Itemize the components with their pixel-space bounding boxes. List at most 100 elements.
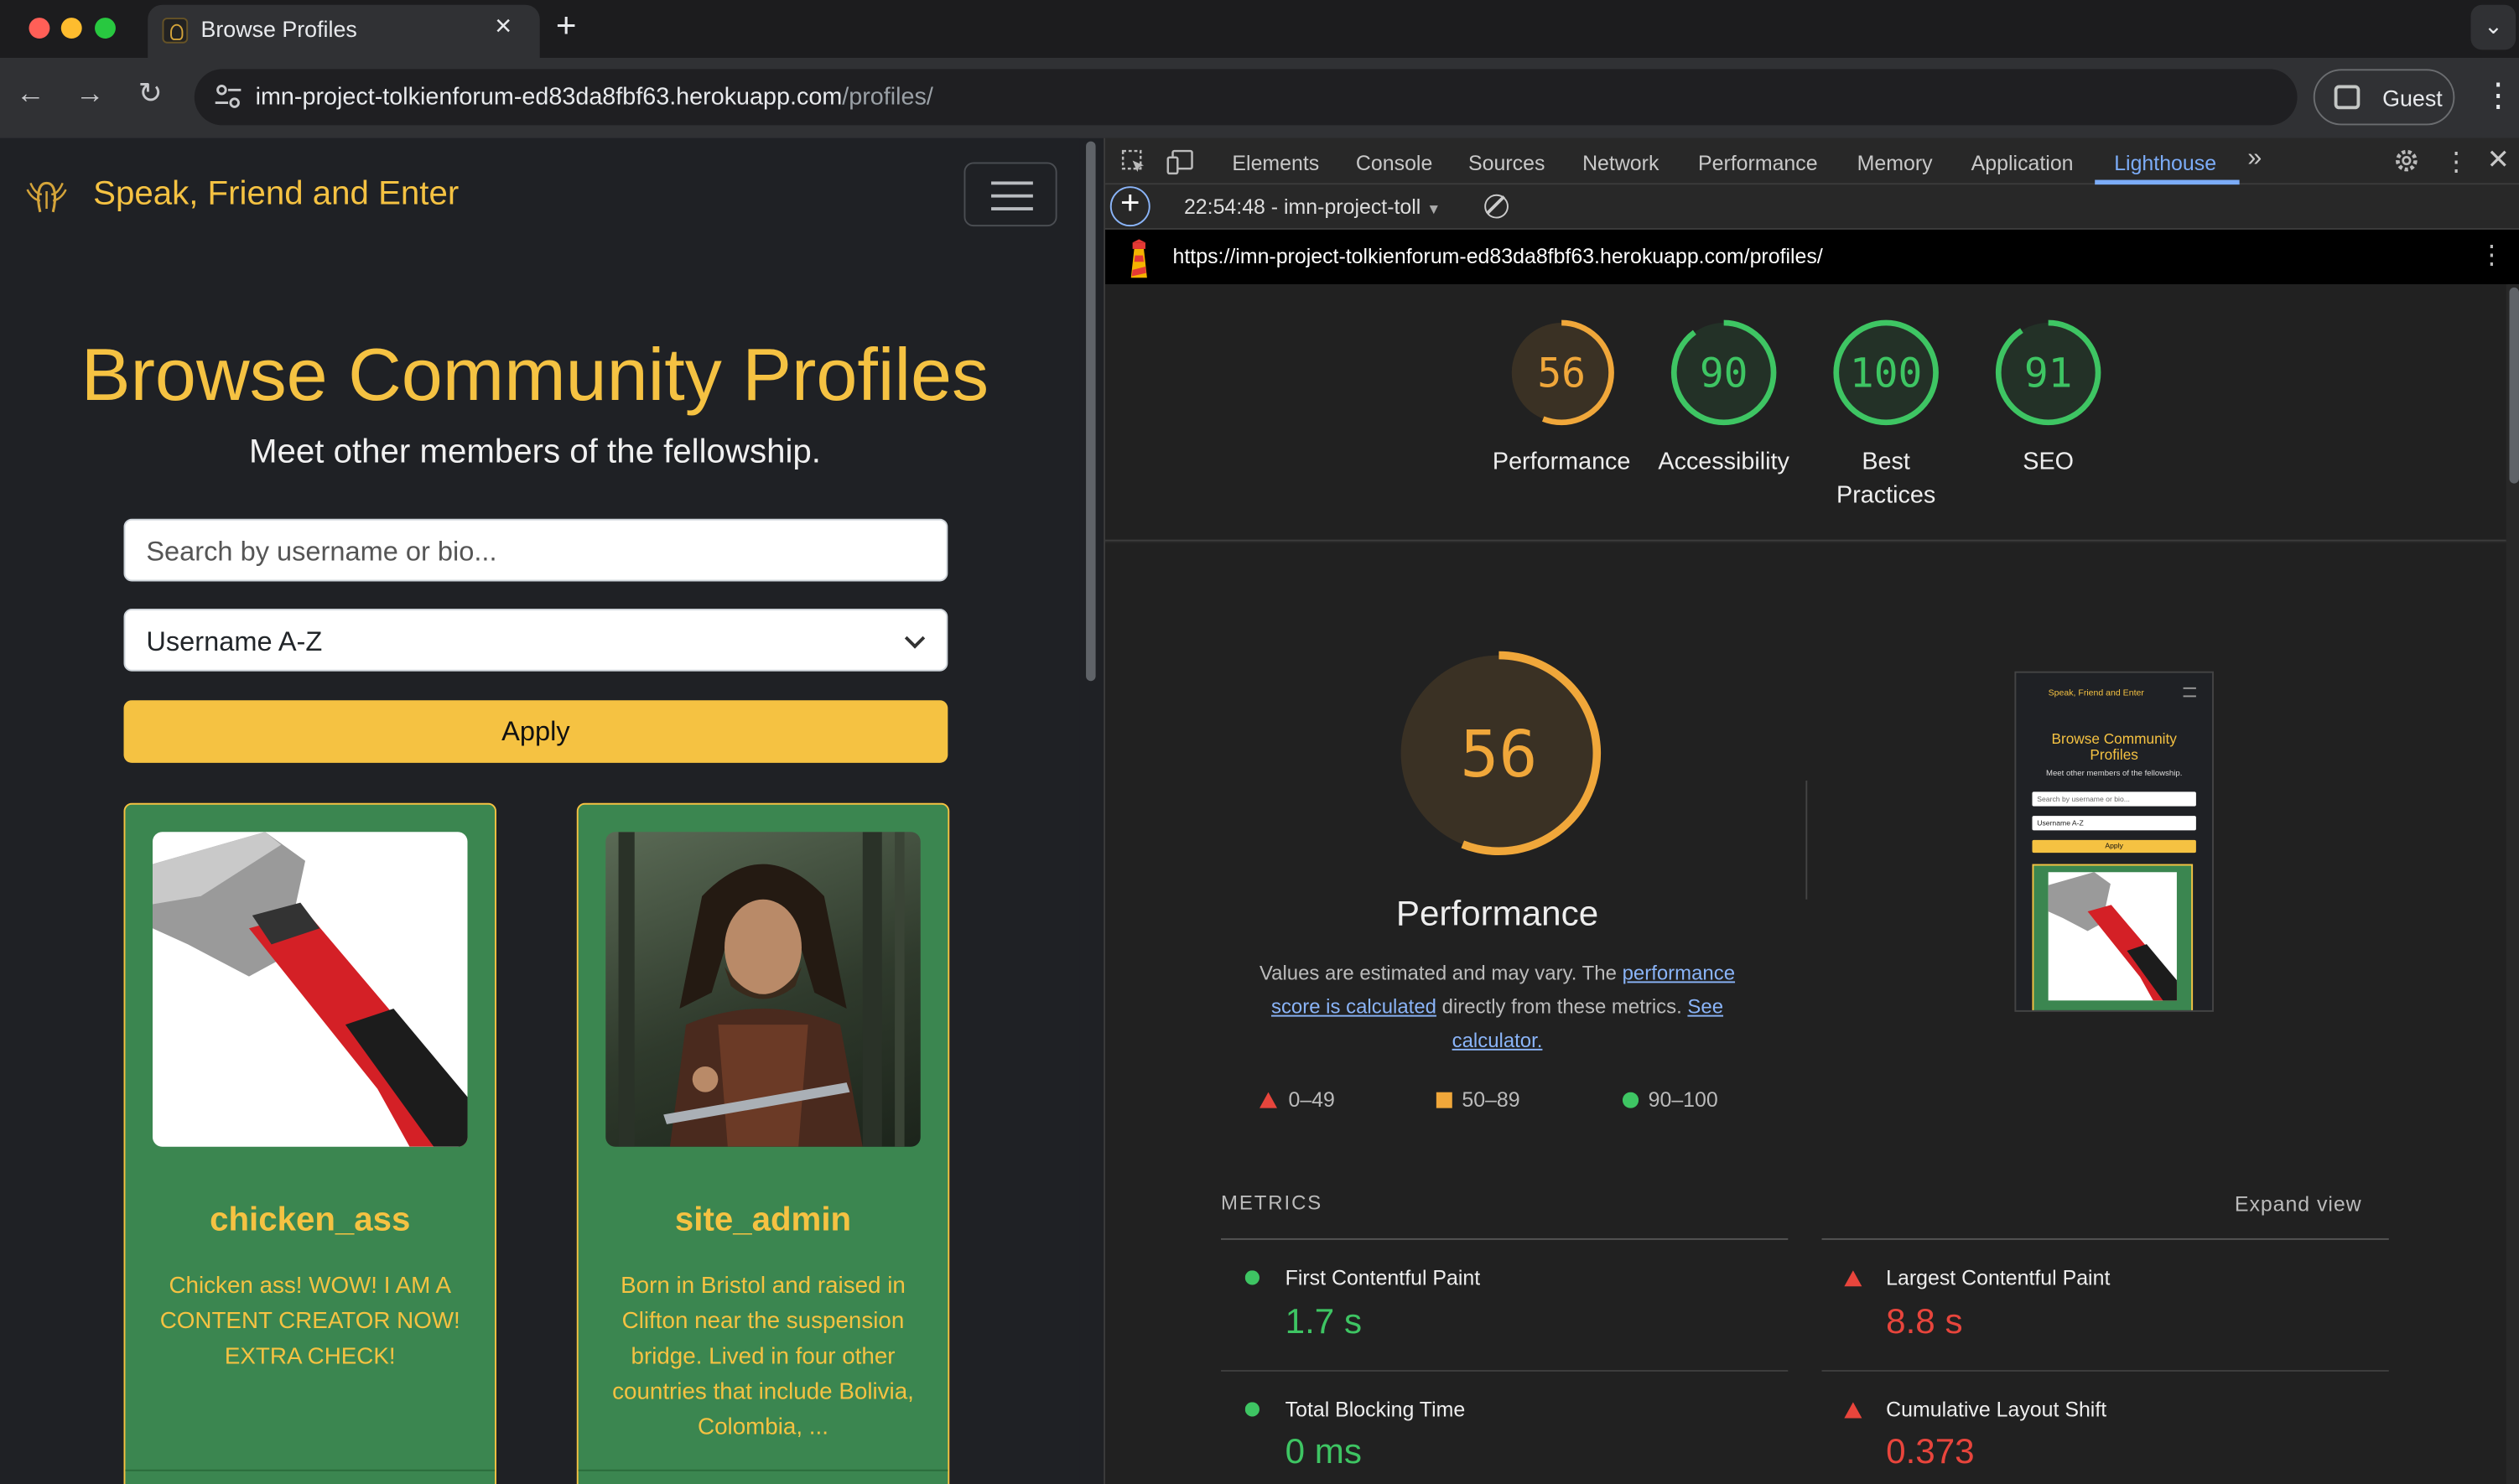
guest-profile-button[interactable]: Guest [2313, 69, 2455, 126]
profile-username[interactable]: site_admin [579, 1201, 948, 1240]
tab-strip: Browse Profiles × + ⌄ [0, 0, 2519, 58]
back-arrow-icon[interactable]: ← [16, 77, 44, 111]
close-window-button[interactable] [29, 18, 50, 39]
browser-tab[interactable]: Browse Profiles × [148, 4, 540, 58]
score-gauge-seo[interactable]: 91 SEO [1960, 316, 2137, 478]
gauge-label: Performance [1492, 448, 1631, 476]
thumb-apply: Apply [2032, 839, 2196, 854]
report-selector-label: 22:54:48 - imn-project-toll [1183, 194, 1421, 219]
metric-name: First Contentful Paint [1285, 1265, 1481, 1290]
lighthouse-logo-icon [1130, 239, 1147, 278]
new-report-plus-icon[interactable]: + [1109, 186, 1150, 227]
devtools-tab-application[interactable]: Application [1971, 151, 2074, 175]
profile-card[interactable]: chicken_ass Chicken ass! WOW! I AM A CON… [123, 802, 496, 1484]
chevron-down-icon [904, 628, 926, 649]
minimize-window-button[interactable] [60, 18, 82, 39]
tab-search-chevron-icon[interactable]: ⌄ [2470, 4, 2516, 50]
lighthouse-toolbar: + 22:54:48 - imn-project-toll ▼ [1105, 184, 2519, 230]
legend-average-range: 50–89 [1462, 1087, 1520, 1112]
sort-value: Username A-Z [146, 626, 323, 657]
new-tab-plus-icon[interactable]: + [556, 5, 577, 47]
report-menu-icon[interactable]: ⋮ [2479, 239, 2505, 271]
legend-fail-range: 0–49 [1288, 1087, 1335, 1112]
gauge-label: Best Practices [1836, 448, 1936, 510]
thumb-axe-image [2048, 872, 2177, 1001]
devtools-tab-performance[interactable]: Performance [1698, 151, 1818, 175]
gauge-score: 56 [1460, 718, 1537, 792]
devtools-tab-lighthouse[interactable]: Lighthouse [2114, 151, 2216, 175]
report-url-bar: https://imn-project-tolkienforum-ed83da8… [1105, 229, 2519, 285]
fail-triangle-icon [1259, 1092, 1278, 1108]
reload-icon[interactable]: ↻ [138, 77, 163, 111]
forward-arrow-icon[interactable]: → [75, 77, 104, 111]
close-devtools-icon[interactable]: ✕ [2487, 144, 2510, 176]
score-gauge-accessibility[interactable]: 90 Accessibility [1635, 316, 1812, 478]
score-legend: 0–49 50–89 90–100 [1259, 1087, 1805, 1119]
performance-big-gauge: 56 [1396, 651, 1602, 856]
profile-username[interactable]: chicken_ass [125, 1201, 495, 1240]
score-gauge-performance[interactable]: 56 Performance [1473, 316, 1650, 478]
metric-name: Cumulative Layout Shift [1886, 1397, 2107, 1422]
metrics-divider [1221, 1370, 1789, 1372]
thumb-subheading: Meet other members of the fellowship. [2045, 769, 2183, 780]
zoom-window-button[interactable] [95, 18, 116, 39]
devtools-tab-elements[interactable]: Elements [1232, 151, 1319, 175]
site-settings-tune-icon[interactable] [214, 84, 242, 110]
description-text-2: directly from these metrics. [1441, 995, 1682, 1019]
devtools-tabbar: Elements Console Sources Network Perform… [1105, 138, 2519, 185]
page-screenshot-thumbnail[interactable]: Speak, Friend and Enter Browse Community… [2014, 671, 2214, 1012]
fail-triangle-icon [1844, 1402, 1862, 1419]
report-selector[interactable]: 22:54:48 - imn-project-toll ▼ [1184, 195, 1441, 219]
browser-menu-icon[interactable]: ⋮ [2482, 75, 2514, 116]
metrics-divider [1821, 1370, 2389, 1372]
expand-view-button[interactable]: Expand view [2235, 1191, 2362, 1216]
divider [1805, 780, 1808, 900]
guest-label: Guest [2382, 85, 2443, 112]
gauge-score: 90 [1700, 351, 1748, 397]
more-tabs-icon[interactable]: » [2247, 144, 2262, 173]
devtools-tab-network[interactable]: Network [1582, 151, 1659, 175]
devtools-tab-memory[interactable]: Memory [1857, 151, 1933, 175]
url-host: imn-project-tolkienforum-ed83da8fbf63.he… [255, 83, 843, 112]
devtools-tab-sources[interactable]: Sources [1468, 151, 1545, 175]
search-placeholder: Search by username or bio... [146, 536, 497, 568]
metric-value: 8.8 s [1886, 1300, 1963, 1341]
devtools-scrollbar[interactable] [2507, 284, 2519, 1484]
site-brand[interactable]: Speak, Friend and Enter [93, 175, 459, 214]
close-tab-icon[interactable]: × [495, 9, 512, 43]
navbar-toggler-button[interactable] [963, 162, 1057, 227]
address-bar[interactable]: imn-project-tolkienforum-ed83da8fbf63.he… [194, 69, 2298, 126]
sort-select[interactable]: Username A-Z [123, 609, 948, 672]
apply-button[interactable]: Apply [123, 700, 948, 763]
card-divider [578, 1469, 948, 1471]
page-scrollbar[interactable] [1086, 141, 1096, 682]
clear-reports-icon[interactable] [1484, 194, 1509, 219]
description-text: Values are estimated and may vary. The [1259, 962, 1617, 985]
score-gauge-best-practices[interactable]: 100 Best Practices [1798, 316, 1975, 512]
devtools-tab-console[interactable]: Console [1356, 151, 1432, 175]
pass-circle-icon [1244, 1270, 1260, 1285]
card-divider [125, 1469, 496, 1471]
metric-value: 0 ms [1285, 1430, 1362, 1471]
pass-circle-icon [1622, 1092, 1639, 1108]
inspect-element-icon[interactable] [1121, 149, 1147, 175]
site-favicon-icon [162, 18, 189, 44]
axe-image [153, 832, 468, 1147]
metrics-heading: METRICS [1221, 1191, 1323, 1215]
profile-card[interactable]: site_admin Born in Bristol and raised in… [576, 802, 950, 1484]
settings-gear-icon[interactable] [2394, 148, 2420, 174]
gauge-score: 56 [1537, 351, 1586, 397]
metric-value: 0.373 [1886, 1430, 1975, 1471]
profile-avatar [153, 832, 468, 1147]
search-input[interactable]: Search by username or bio... [123, 518, 948, 582]
gauge-score: 91 [2024, 351, 2073, 397]
average-square-icon [1436, 1092, 1452, 1108]
url-text: imn-project-tolkienforum-ed83da8fbf63.he… [256, 84, 933, 112]
profile-avatar [605, 832, 921, 1147]
devtools-panel: Elements Console Sources Network Perform… [1104, 138, 2519, 1484]
device-toolbar-icon[interactable] [1166, 149, 1195, 175]
metrics-divider [1821, 1238, 2389, 1240]
devtools-menu-icon[interactable]: ⋮ [2444, 146, 2470, 178]
website-viewport: Speak, Friend and Enter Browse Community… [0, 138, 1080, 1484]
gauge-label: SEO [2023, 448, 2074, 476]
